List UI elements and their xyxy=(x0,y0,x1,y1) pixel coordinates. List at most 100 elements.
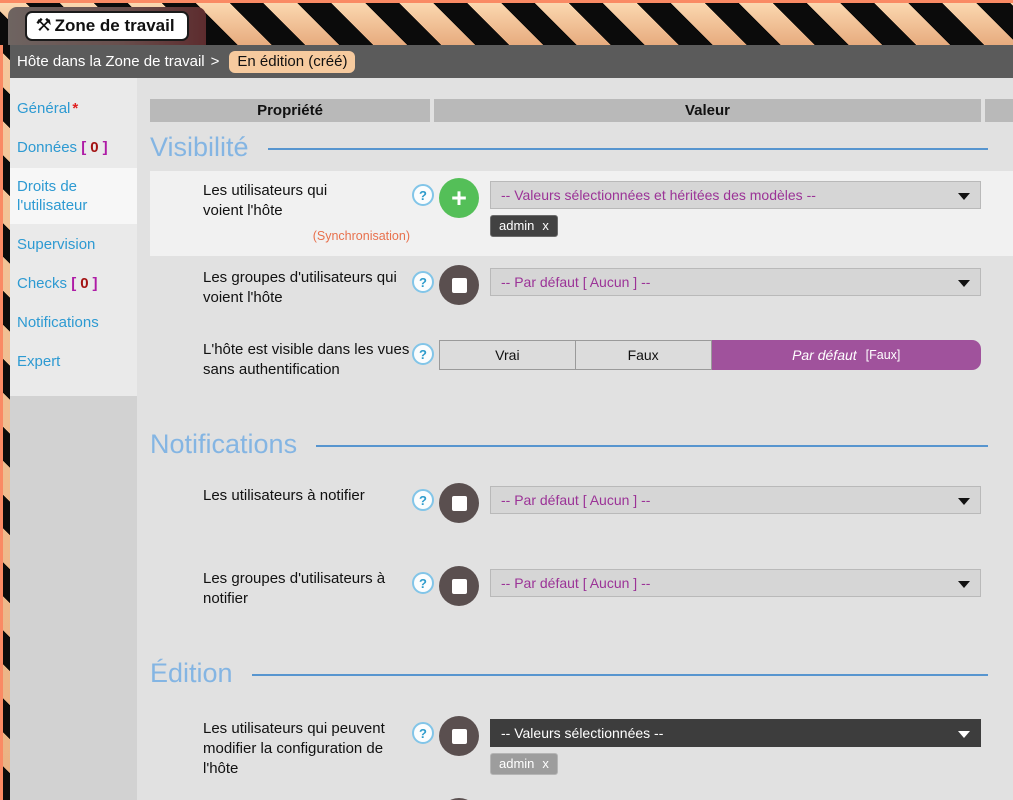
selected-value-chip-admin[interactable]: admin x xyxy=(490,215,558,237)
users-notify-select[interactable]: -- Par défaut [ Aucun ] -- xyxy=(490,486,981,514)
sidebar-nav: Général* Données [0] Droits de l'utilisa… xyxy=(10,78,137,396)
property-label: Les groupes d'utilisateurs qui voient l'… xyxy=(203,268,410,308)
count-badge: 0 xyxy=(76,275,92,292)
set-value-button[interactable] xyxy=(439,265,479,305)
sidebar-item-general[interactable]: Général* xyxy=(10,90,137,127)
breadcrumb-path: Hôte dans la Zone de travail xyxy=(17,53,205,70)
row-groups-see-host: Les groupes d'utilisateurs qui voient l'… xyxy=(150,258,1013,328)
sidebar-item-supervision[interactable]: Supervision xyxy=(10,226,137,263)
workspace-button[interactable]: ⚒ Zone de travail xyxy=(25,11,188,41)
value-control: -- Valeurs sélectionnées -- admin x xyxy=(490,719,981,775)
chip-remove-icon[interactable]: x xyxy=(542,218,549,233)
synchronisation-note: (Synchronisation) xyxy=(203,226,410,246)
section-heading-visibilite: Visibilité xyxy=(150,131,1013,163)
default-label: Par défaut xyxy=(792,347,857,363)
main-panel: Propriété Valeur Visibilité Les utilisat… xyxy=(137,78,1013,800)
square-icon xyxy=(452,579,467,594)
sidebar-item-label: Expert xyxy=(17,353,60,370)
sidebar-item-label: Supervision xyxy=(17,236,95,253)
label-line: Les groupes d'utilisateurs qui xyxy=(203,268,410,288)
label-line: sans authentification xyxy=(203,360,410,380)
set-value-button[interactable] xyxy=(439,566,479,606)
value-control: -- Par défaut [ Aucun ] -- xyxy=(490,268,981,296)
groups-see-host-select[interactable]: -- Par défaut [ Aucun ] -- xyxy=(490,268,981,296)
sidebar-item-label: Données xyxy=(17,139,77,156)
label-line: L'hôte est visible dans les vues xyxy=(203,340,410,360)
label-line: Les groupes d'utilisateurs à xyxy=(203,569,410,589)
row-users-can-edit: Les utilisateurs qui peuvent modifier la… xyxy=(150,709,1013,789)
sidebar-item-label: Droits de l'utilisateur xyxy=(17,178,87,214)
sidebar-item-label: Général xyxy=(17,100,70,117)
label-line: l'hôte xyxy=(203,759,410,779)
help-icon[interactable]: ? xyxy=(412,184,434,206)
chip-label: admin xyxy=(499,218,534,233)
row-groups-can-edit: Les groupes d'utilisateurs qui peuvent m… xyxy=(150,791,1013,800)
section-title: Notifications xyxy=(150,428,297,460)
row-users-see-host: Les utilisateurs qui voient l'hôte (Sync… xyxy=(150,171,1013,256)
help-icon[interactable]: ? xyxy=(412,343,434,365)
visibility-segmented-control: Vrai Faux Par défaut [Faux] xyxy=(439,340,981,370)
workspace-tab: ⚒ Zone de travail xyxy=(8,7,206,45)
column-header-sliver xyxy=(985,99,1013,122)
column-header-property: Propriété xyxy=(150,99,430,122)
section-rule xyxy=(252,674,988,676)
row-groups-to-notify: Les groupes d'utilisateurs à notifier ? … xyxy=(150,559,1013,629)
selected-value-chip-admin[interactable]: admin x xyxy=(490,753,558,775)
label-line: Les utilisateurs qui xyxy=(203,181,410,201)
value-control: -- Par défaut [ Aucun ] -- xyxy=(490,569,981,597)
help-icon[interactable]: ? xyxy=(412,722,434,744)
label-line: voient l'hôte xyxy=(203,288,410,308)
breadcrumb-separator: > xyxy=(211,53,220,70)
square-icon xyxy=(452,496,467,511)
label-line: Les utilisateurs qui peuvent xyxy=(203,719,410,739)
chip-label: admin xyxy=(499,756,534,771)
set-value-button[interactable] xyxy=(439,483,479,523)
property-label: L'hôte est visible dans les vues sans au… xyxy=(203,340,410,380)
label-line: notifier xyxy=(203,589,410,609)
sidebar-item-donnees[interactable]: Données [0] xyxy=(10,129,137,166)
sidebar-item-label: Notifications xyxy=(17,314,99,331)
property-label: Les groupes d'utilisateurs à notifier xyxy=(203,569,410,609)
plus-icon: + xyxy=(451,185,467,212)
help-icon[interactable]: ? xyxy=(412,271,434,293)
value-control: -- Valeurs sélectionnées et héritées des… xyxy=(490,181,981,237)
segment-true-button[interactable]: Vrai xyxy=(439,340,576,370)
table-header: Propriété Valeur xyxy=(150,99,1013,122)
hazard-stripe-left-edge xyxy=(0,45,10,800)
row-host-visible-unauth: L'hôte est visible dans les vues sans au… xyxy=(150,330,1013,400)
square-icon xyxy=(452,278,467,293)
sidebar-item-notifications[interactable]: Notifications xyxy=(10,304,137,341)
tools-icon: ⚒ xyxy=(35,15,51,36)
set-value-button[interactable] xyxy=(439,716,479,756)
breadcrumb: Hôte dans la Zone de travail > En éditio… xyxy=(10,45,1013,78)
section-rule xyxy=(268,148,988,150)
property-label: Les utilisateurs à notifier xyxy=(203,486,410,506)
groups-notify-select[interactable]: -- Par défaut [ Aucun ] -- xyxy=(490,569,981,597)
segment-false-button[interactable]: Faux xyxy=(576,340,712,370)
section-heading-notifications: Notifications xyxy=(150,428,1013,460)
users-edit-select[interactable]: -- Valeurs sélectionnées -- xyxy=(490,719,981,747)
chip-remove-icon[interactable]: x xyxy=(542,756,549,771)
label-line: modifier la configuration de xyxy=(203,739,410,759)
label-line: voient l'hôte xyxy=(203,201,410,221)
square-icon xyxy=(452,729,467,744)
segment-default-button[interactable]: Par défaut [Faux] xyxy=(712,340,982,370)
users-see-host-select[interactable]: -- Valeurs sélectionnées et héritées des… xyxy=(490,181,981,209)
value-control: -- Par défaut [ Aucun ] -- xyxy=(490,486,981,514)
workspace-button-label: Zone de travail xyxy=(55,16,175,36)
section-title: Édition xyxy=(150,657,233,689)
sidebar-item-checks[interactable]: Checks [0] xyxy=(10,265,137,302)
help-icon[interactable]: ? xyxy=(412,489,434,511)
column-header-value: Valeur xyxy=(434,99,981,122)
sidebar-item-expert[interactable]: Expert xyxy=(10,343,137,380)
count-bracket: ] xyxy=(93,275,98,292)
section-heading-edition: Édition xyxy=(150,657,1013,689)
label-line: Les utilisateurs à notifier xyxy=(203,486,410,506)
sidebar-item-droits-utilisateur[interactable]: Droits de l'utilisateur xyxy=(10,168,137,224)
status-badge: En édition (créé) xyxy=(229,51,355,73)
sidebar: Général* Données [0] Droits de l'utilisa… xyxy=(10,78,137,800)
add-button[interactable]: + xyxy=(439,178,479,218)
property-label: Les utilisateurs qui voient l'hôte (Sync… xyxy=(203,181,410,246)
help-icon[interactable]: ? xyxy=(412,572,434,594)
default-value: [Faux] xyxy=(866,348,901,362)
